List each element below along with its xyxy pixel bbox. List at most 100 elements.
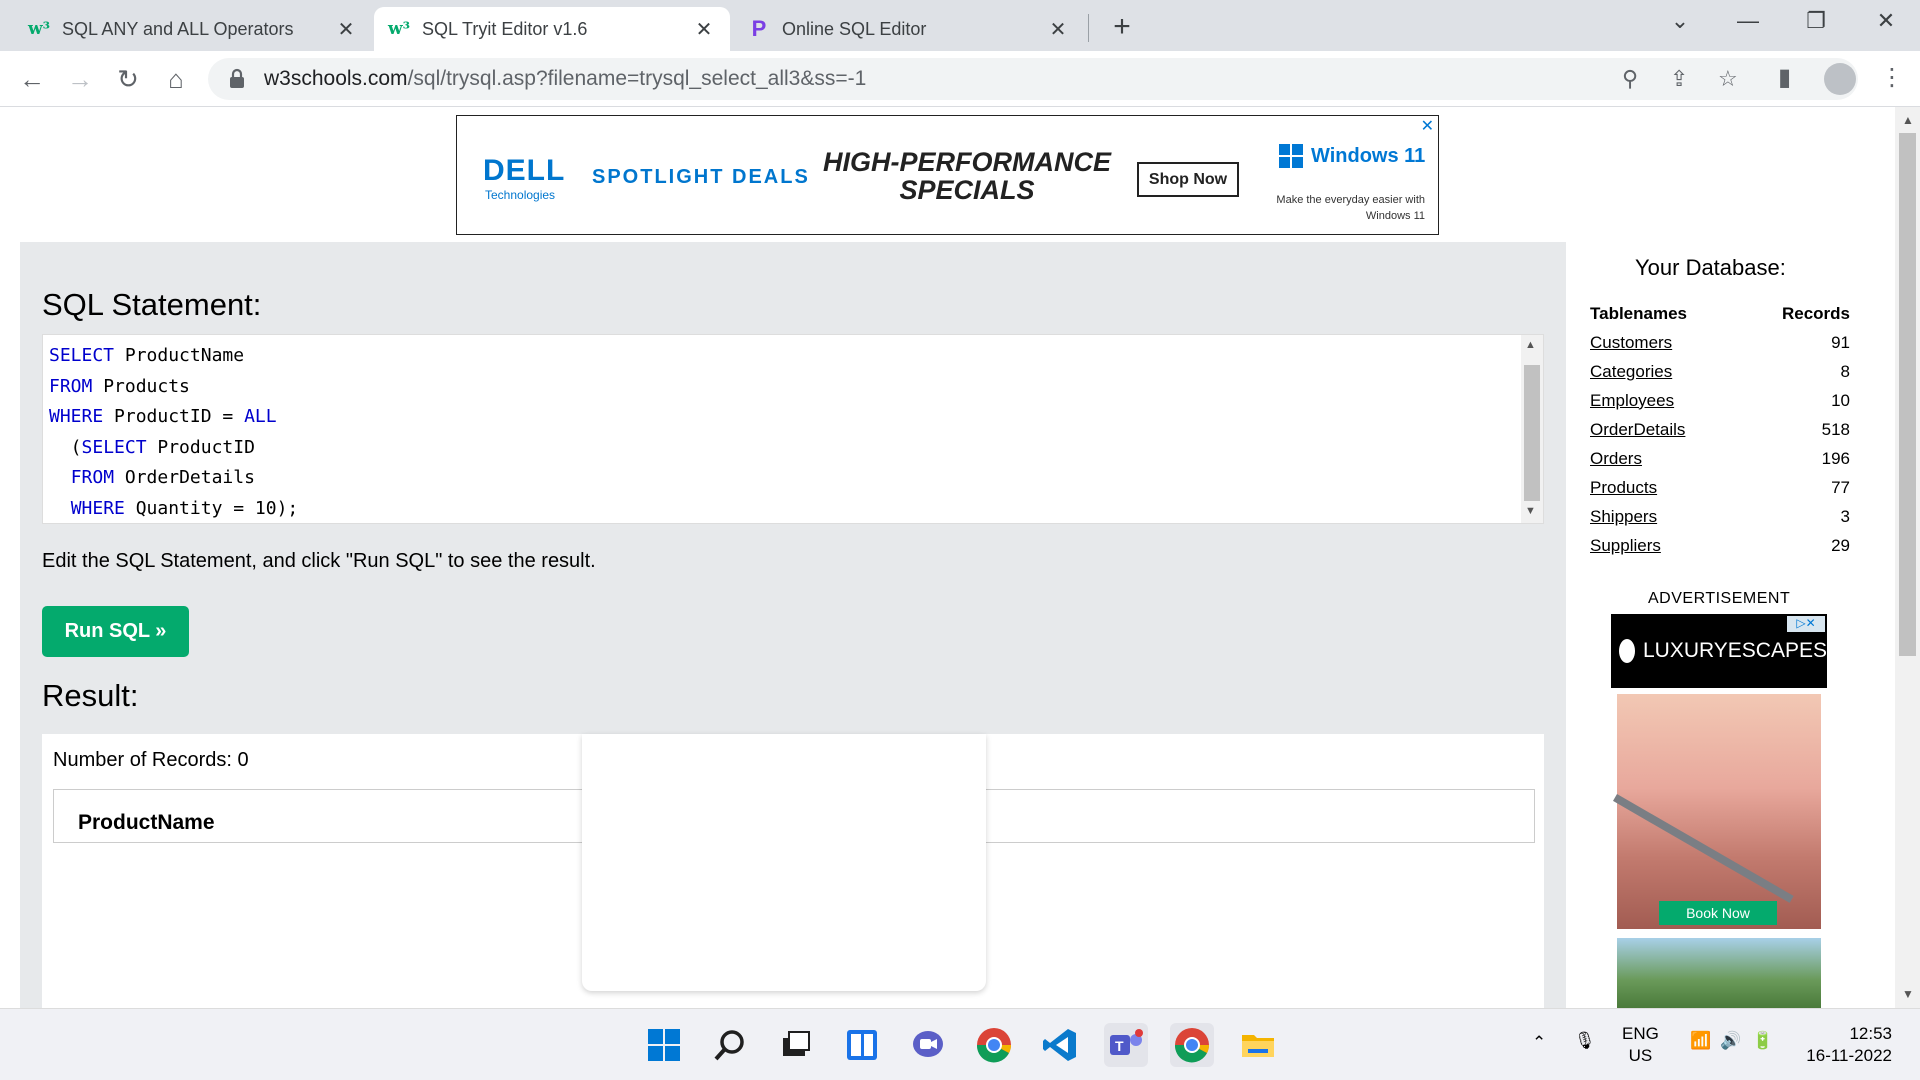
sql-keyword: SELECT [49, 345, 115, 366]
bookmark-star-icon[interactable]: ☆ [1718, 66, 1738, 92]
table-link[interactable]: Orders [1590, 449, 1642, 468]
train-image: Book Now [1613, 694, 1821, 929]
chrome-icon[interactable] [972, 1023, 1016, 1067]
luxury-escapes-logo-icon [1619, 639, 1635, 663]
dell-logo: DELL [483, 154, 566, 187]
run-sql-button[interactable]: Run SQL » [42, 606, 189, 657]
sql-editor[interactable]: SELECT ProductName FROM Products WHERE Pro… [42, 334, 1544, 524]
clock[interactable]: 12:53 16-11-2022 [1802, 1023, 1892, 1067]
forward-icon[interactable]: → [62, 61, 98, 97]
adchoices-icon[interactable]: ▷✕ [1787, 616, 1825, 632]
luxury-escapes-ad[interactable]: LUXURYESCAPES ▷✕ Book Now [1611, 614, 1827, 1008]
close-icon[interactable]: ✕ [334, 17, 358, 42]
home-icon[interactable]: ⌂ [158, 61, 194, 97]
result-panel: Number of Records: 0 ProductName [42, 734, 1544, 1008]
w3schools-icon: w³ [27, 19, 51, 39]
reload-icon[interactable]: ↻ [110, 61, 146, 97]
minimize-icon[interactable]: — [1728, 8, 1768, 34]
tab-title: SQL Tryit Editor v1.6 [422, 18, 588, 39]
scroll-down-icon[interactable]: ▼ [1525, 505, 1536, 517]
scroll-down-icon[interactable]: ▼ [1902, 987, 1914, 1001]
record-count-cell: 3 [1840, 506, 1850, 526]
table-link[interactable]: Products [1590, 478, 1657, 497]
sql-statement-heading: SQL Statement: [42, 287, 262, 322]
ad-close-icon[interactable]: ✕ [1421, 116, 1434, 136]
sql-keyword: WHERE [70, 497, 125, 519]
battery-icon[interactable]: 🔋 [1752, 1031, 1773, 1051]
address-bar[interactable]: w3schools.com/sql/trysql.asp?filename=tr… [208, 58, 1858, 100]
code-line: FROM OrderDetails [49, 463, 298, 494]
chat-icon[interactable] [906, 1023, 950, 1067]
table-link[interactable]: Employees [1590, 391, 1674, 410]
code-line: WHERE ProductID = ALL [49, 402, 298, 433]
editor-panel: SQL Statement: SELECT ProductName FROM Pr… [20, 242, 1566, 1008]
widgets-icon[interactable] [840, 1023, 884, 1067]
share-icon[interactable]: ⇪ [1670, 66, 1688, 92]
table-link[interactable]: Shippers [1590, 507, 1657, 526]
train-track [1613, 794, 1794, 903]
table-link[interactable]: Customers [1590, 333, 1672, 352]
sql-code[interactable]: SELECT ProductName FROM Products WHERE Pro… [49, 341, 298, 524]
teams-icon[interactable]: T [1104, 1023, 1148, 1067]
table-link[interactable]: Categories [1590, 362, 1672, 381]
volume-icon[interactable]: 🔊 [1720, 1031, 1741, 1051]
w3schools-icon: w³ [387, 19, 411, 39]
tab-separator [1088, 14, 1089, 42]
microphone-icon[interactable]: 🎙 [1574, 1031, 1596, 1051]
sql-keyword: WHERE [49, 406, 104, 427]
code-line: FROM Products [49, 372, 298, 403]
sql-keyword: SELECT [81, 436, 147, 458]
database-table: Tablenames Records Customers 91 Categorie… [1590, 299, 1850, 560]
table-link[interactable]: Suppliers [1590, 536, 1661, 555]
database-title: Your Database: [1635, 255, 1786, 280]
window-close-icon[interactable]: ✕ [1866, 8, 1906, 34]
record-count-cell: 518 [1821, 419, 1850, 439]
tab-search-icon[interactable]: ⌄ [1660, 8, 1700, 34]
file-explorer-icon[interactable] [1236, 1023, 1280, 1067]
close-icon[interactable]: ✕ [692, 17, 716, 42]
table-row: Categories 8 [1590, 357, 1850, 386]
sql-keyword: FROM [70, 467, 115, 488]
sql-text: ProductID = [103, 406, 245, 427]
search-icon[interactable] [708, 1023, 752, 1067]
tab-sql-any-all[interactable]: w³ SQL ANY and ALL Operators ✕ [14, 7, 372, 51]
page-scrollbar[interactable]: ▲ ▼ [1895, 107, 1920, 1008]
language-indicator[interactable]: ENG US [1622, 1023, 1659, 1067]
book-now-button[interactable]: Book Now [1659, 901, 1777, 925]
dell-ad-banner[interactable]: DELL Technologies SPOTLIGHT DEALS HIGH-P… [456, 115, 1439, 235]
scroll-up-icon[interactable]: ▲ [1525, 339, 1536, 351]
tab-online-sql-editor[interactable]: P Online SQL Editor ✕ [734, 7, 1084, 51]
start-icon[interactable] [642, 1023, 686, 1067]
side-panel-icon[interactable]: ▮ [1778, 63, 1791, 92]
instruction-text: Edit the SQL Statement, and click "Run S… [42, 550, 596, 572]
sql-text: ( [49, 436, 82, 458]
url-text: w3schools.com/sql/trysql.asp?filename=tr… [264, 67, 867, 90]
ad-tagline: Make the everyday easier with Windows 11 [1276, 194, 1425, 222]
wifi-icon[interactable]: 📶 [1690, 1031, 1711, 1051]
tab-title: Online SQL Editor [782, 18, 927, 39]
scroll-up-icon[interactable]: ▲ [1902, 113, 1914, 127]
profile-avatar[interactable] [1824, 63, 1856, 95]
sql-keyword: ALL [244, 406, 277, 427]
record-count-cell: 8 [1840, 361, 1850, 381]
tablenames-header: Tablenames [1590, 303, 1688, 323]
restore-icon[interactable]: ❐ [1796, 8, 1836, 34]
zoom-icon[interactable]: ⚲ [1622, 66, 1638, 92]
scrollbar-thumb[interactable] [1899, 133, 1916, 656]
editor-scrollbar[interactable]: ▲ ▼ [1521, 335, 1543, 523]
menu-icon[interactable]: ⋮ [1880, 63, 1904, 92]
back-icon[interactable]: ← [14, 61, 50, 97]
new-tab-button[interactable]: + [1106, 10, 1138, 44]
vscode-icon[interactable] [1038, 1023, 1082, 1067]
close-icon[interactable]: ✕ [1046, 17, 1070, 42]
task-view-icon[interactable] [774, 1023, 818, 1067]
shop-now-button[interactable]: Shop Now [1137, 162, 1239, 197]
sql-text: Quantity = 10); [124, 497, 299, 519]
record-count-cell: 196 [1821, 448, 1850, 468]
scrollbar-thumb[interactable] [1524, 365, 1540, 501]
show-hidden-icons[interactable]: ⌃ [1532, 1033, 1546, 1053]
record-count-cell: 91 [1831, 332, 1850, 352]
chrome-active-icon[interactable] [1170, 1023, 1214, 1067]
tab-sql-tryit[interactable]: w³ SQL Tryit Editor v1.6 ✕ [374, 7, 730, 51]
table-link[interactable]: OrderDetails [1590, 420, 1685, 439]
